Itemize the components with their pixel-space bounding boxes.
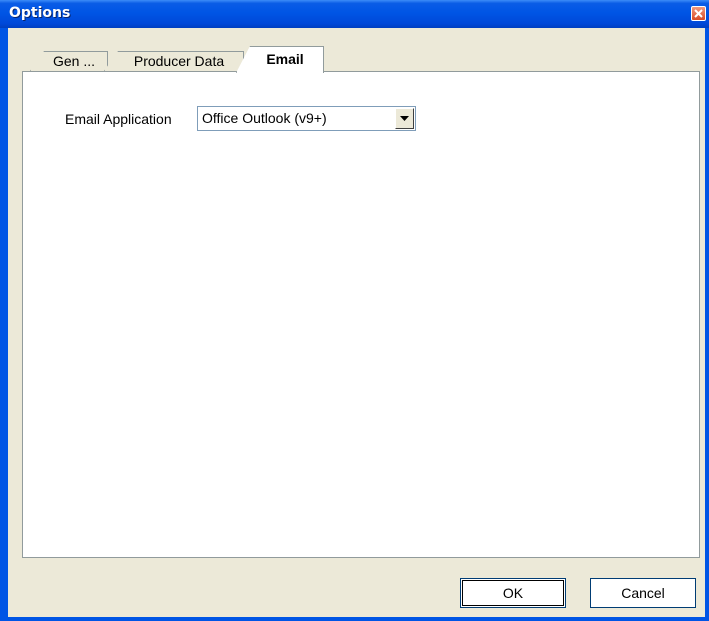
- email-tab-panel: Email Application Office Outlook (v9+): [22, 71, 700, 558]
- tab-general[interactable]: Gen ...: [30, 51, 108, 71]
- email-application-select[interactable]: Office Outlook (v9+): [197, 106, 416, 131]
- close-button[interactable]: [691, 6, 706, 21]
- dialog-content: Gen ... Producer Data Email Email Applic…: [8, 28, 705, 617]
- chevron-down-icon: [400, 116, 409, 121]
- close-icon: [694, 9, 703, 18]
- cancel-button[interactable]: Cancel: [590, 578, 696, 608]
- tab-producer-data[interactable]: Producer Data: [104, 51, 244, 71]
- tab-email-label: Email: [266, 51, 304, 67]
- tab-general-label: Gen ...: [52, 53, 96, 69]
- window-title: Options: [9, 5, 71, 21]
- email-application-value: Office Outlook (v9+): [202, 110, 327, 126]
- dropdown-button[interactable]: [395, 108, 414, 129]
- ok-button[interactable]: OK: [460, 578, 566, 608]
- tab-email[interactable]: Email: [236, 46, 324, 73]
- tab-producer-data-label: Producer Data: [133, 53, 225, 69]
- title-bar[interactable]: Options: [0, 0, 709, 28]
- email-application-label: Email Application: [65, 111, 172, 127]
- options-dialog: Options Gen ... Producer Data Email Emai…: [0, 0, 709, 621]
